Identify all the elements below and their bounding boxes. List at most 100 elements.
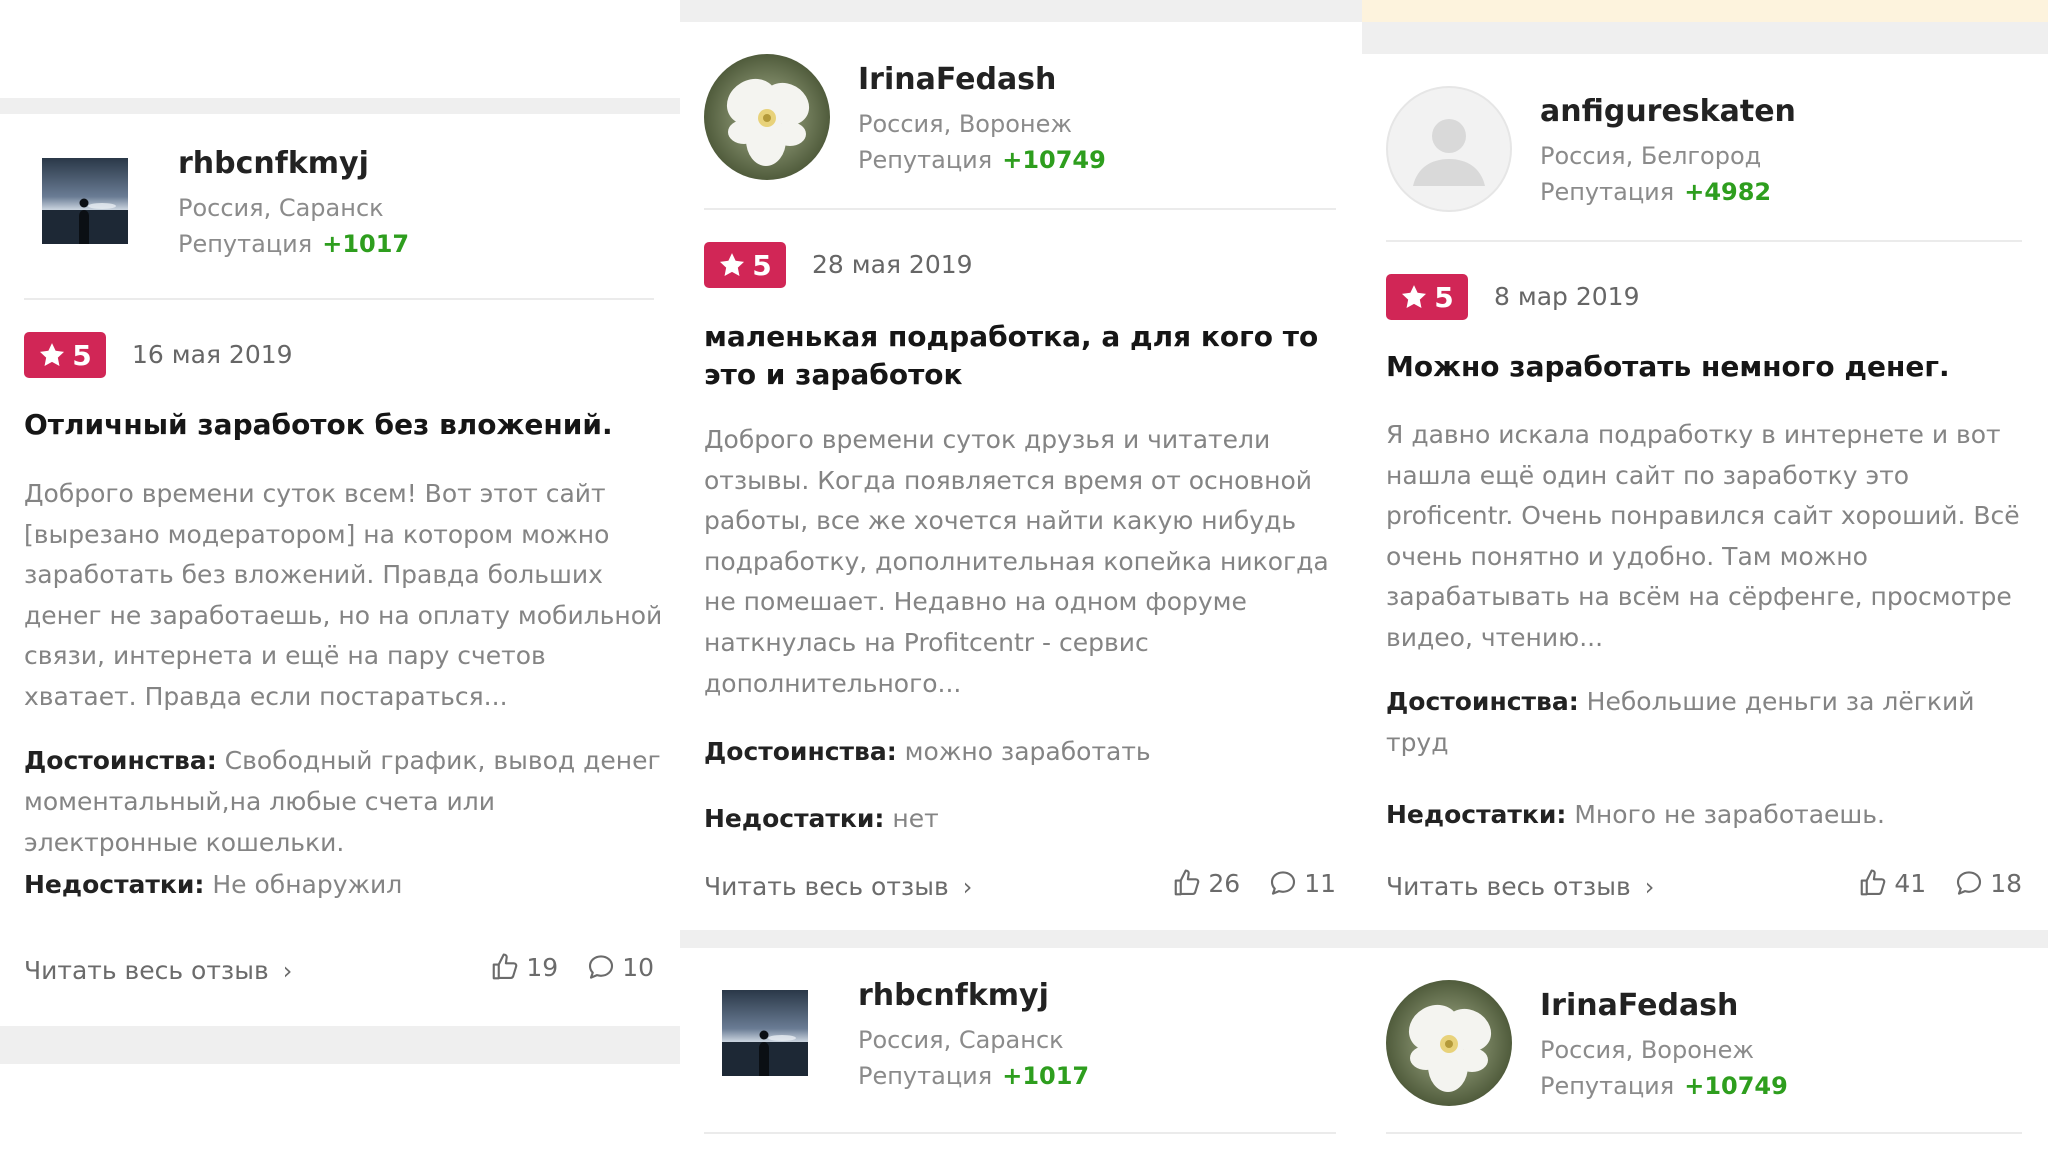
- divider: [1386, 240, 2022, 242]
- author-location: Россия, Саранск: [858, 1026, 1064, 1054]
- likes-count: 41: [1894, 868, 1927, 898]
- review-column-1: rhbcnfkmyj Россия, Саранск Репутация +101…: [0, 0, 680, 1152]
- reputation-value: +1017: [322, 230, 410, 258]
- user-avatar[interactable]: [1386, 86, 1512, 212]
- reputation-label: Репутация: [1540, 1072, 1675, 1100]
- author-name[interactable]: IrinaFedash: [1540, 988, 1738, 1023]
- review-cons: Недостатки: Не обнаружил: [24, 864, 664, 905]
- author-block: anfigureskaten Россия, Белгород Репутаци…: [1386, 86, 2022, 230]
- reputation-label: Репутация: [858, 1062, 993, 1090]
- author-reputation: Репутация +1017: [858, 1062, 1089, 1090]
- reputation-label: Репутация: [858, 146, 993, 174]
- cons-text: Много не заработаешь.: [1574, 800, 1885, 829]
- reputation-label: Репутация: [1540, 178, 1675, 206]
- cons-label: Недостатки:: [704, 804, 885, 833]
- thumbs-up-icon: [490, 952, 520, 982]
- author-location: Россия, Воронеж: [858, 110, 1072, 138]
- comment-icon: [1954, 868, 1984, 898]
- review-title[interactable]: Можно заработать немного денег.: [1386, 348, 2028, 386]
- author-block: rhbcnfkmyj Россия, Саранск Репутация +101…: [24, 138, 654, 282]
- comments-count: 10: [622, 952, 654, 982]
- read-more-link[interactable]: Читать весь отзыв ›: [1386, 872, 1654, 901]
- user-avatar[interactable]: [704, 54, 830, 180]
- pros-text: можно заработать: [904, 737, 1151, 766]
- user-avatar[interactable]: [1386, 980, 1512, 1106]
- read-more-label: Читать весь отзыв: [704, 872, 949, 901]
- author-location: Россия, Белгород: [1540, 142, 1762, 170]
- review-cons: Недостатки: нет: [704, 798, 1346, 839]
- author-location: Россия, Саранск: [178, 194, 384, 222]
- comment-icon: [586, 952, 616, 982]
- review-excerpt: Доброго времени суток друзья и читатели …: [704, 425, 1329, 698]
- likes-count: 19: [526, 952, 559, 982]
- author-block: IrinaFedash Россия, Воронеж Репутация +10…: [1386, 980, 2022, 1124]
- chevron-right-icon: ›: [1644, 873, 1655, 901]
- rating-value: 5: [72, 338, 92, 372]
- review-card: IrinaFedash Россия, Воронеж Репутация +10…: [680, 22, 1362, 930]
- author-name[interactable]: rhbcnfkmyj: [178, 146, 369, 181]
- reputation-value: +10749: [1002, 146, 1106, 174]
- review-stats: 26 11: [1172, 868, 1336, 898]
- divider: [704, 208, 1336, 210]
- review-card: rhbcnfkmyj Россия, Саранск Репутация +101…: [0, 114, 680, 1026]
- divider: [1386, 1132, 2022, 1134]
- like-button[interactable]: 26: [1172, 868, 1240, 898]
- rating-value: 5: [752, 248, 772, 282]
- review-date: 16 мая 2019: [132, 340, 293, 369]
- thumbs-up-icon: [1858, 868, 1888, 898]
- star-icon: [718, 251, 746, 279]
- pros-label: Достоинства:: [704, 737, 897, 766]
- like-button[interactable]: 19: [490, 952, 558, 982]
- author-reputation: Репутация +10749: [1540, 1072, 1788, 1100]
- cons-text: Не обнаружил: [212, 870, 403, 899]
- review-stats: 41 18: [1858, 868, 2022, 898]
- comments-button[interactable]: 18: [1954, 868, 2022, 898]
- rating-value: 5: [1434, 280, 1454, 314]
- review-date: 28 мая 2019: [812, 250, 973, 279]
- review-pros: Достоинства: можно заработать: [704, 731, 1346, 772]
- pros-label: Достоинства:: [1386, 687, 1579, 716]
- review-footer: Читать весь отзыв › 19 10: [24, 950, 654, 990]
- read-more-link[interactable]: Читать весь отзыв ›: [704, 872, 972, 901]
- review-title[interactable]: Отличный заработок без вложений.: [24, 406, 660, 444]
- star-icon: [38, 341, 66, 369]
- default-user-icon: [1413, 119, 1485, 186]
- chevron-right-icon: ›: [962, 873, 973, 901]
- cons-text: нет: [892, 804, 939, 833]
- comments-count: 11: [1304, 868, 1336, 898]
- read-more-link[interactable]: Читать весь отзыв ›: [24, 956, 292, 985]
- review-card: anfigureskaten Россия, Белгород Репутаци…: [1362, 54, 2048, 930]
- author-reputation: Репутация +10749: [858, 146, 1106, 174]
- author-reputation: Репутация +4982: [1540, 178, 1771, 206]
- review-footer: Читать весь отзыв › 41 18: [1386, 866, 2022, 906]
- review-excerpt: Доброго времени суток всем! Вот этот сай…: [24, 479, 663, 711]
- like-button[interactable]: 41: [1858, 868, 1926, 898]
- read-more-label: Читать весь отзыв: [1386, 872, 1631, 901]
- separator-band: [1362, 22, 2048, 54]
- cons-label: Недостатки:: [24, 870, 205, 899]
- read-more-label: Читать весь отзыв: [24, 956, 269, 985]
- review-pros: Достоинства: Свободный график, вывод ден…: [24, 740, 664, 863]
- review-column-3: anfigureskaten Россия, Белгород Репутаци…: [1362, 0, 2048, 1152]
- review-card-next: IrinaFedash Россия, Воронеж Репутация +10…: [1362, 948, 2048, 1152]
- author-reputation: Репутация +1017: [178, 230, 409, 258]
- user-avatar[interactable]: [722, 990, 808, 1076]
- review-column-2: IrinaFedash Россия, Воронеж Репутация +10…: [680, 0, 1362, 1152]
- review-title[interactable]: маленькая подработка, а для кого то это …: [704, 318, 1342, 394]
- review-date: 8 мар 2019: [1494, 282, 1640, 311]
- author-block: rhbcnfkmyj Россия, Саранск Репутация +101…: [704, 970, 1336, 1114]
- author-location: Россия, Воронеж: [1540, 1036, 1754, 1064]
- comments-button[interactable]: 11: [1268, 868, 1336, 898]
- author-name[interactable]: anfigureskaten: [1540, 94, 1796, 129]
- comments-count: 18: [1990, 868, 2022, 898]
- author-name[interactable]: IrinaFedash: [858, 62, 1056, 97]
- likes-count: 26: [1208, 868, 1241, 898]
- user-avatar[interactable]: [42, 158, 128, 244]
- reputation-value: +10749: [1684, 1072, 1788, 1100]
- reputation-label: Репутация: [178, 230, 313, 258]
- review-card-next: rhbcnfkmyj Россия, Саранск Репутация +101…: [680, 948, 1362, 1152]
- separator-band: [680, 0, 1362, 22]
- author-name[interactable]: rhbcnfkmyj: [858, 978, 1049, 1013]
- comments-button[interactable]: 10: [586, 952, 654, 982]
- rating-badge: 5: [1386, 274, 1468, 320]
